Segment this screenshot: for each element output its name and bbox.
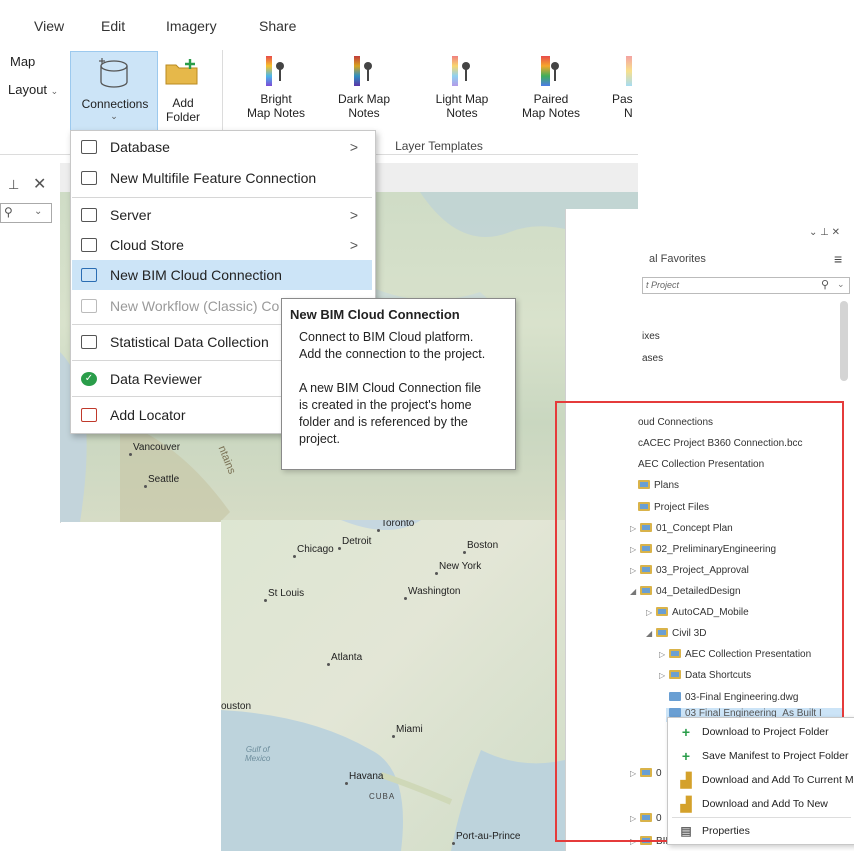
download-add-current-item[interactable]: ▟ Download and Add To Current M (668, 768, 854, 792)
search-icon: ⚲ (821, 279, 830, 291)
catalog-search-input[interactable]: t Project ⚲ ⌄ (642, 277, 850, 294)
plus-icon: + (681, 748, 691, 764)
catalog-scrollbar[interactable] (840, 301, 848, 381)
city-detroit: Detroit (337, 536, 372, 550)
chevron-right-icon: > (349, 207, 358, 223)
chevron-down-icon: ⌄ (837, 279, 845, 289)
bim-cloud-connection-tooltip: New BIM Cloud Connection Connect to BIM … (281, 298, 516, 470)
chevron-right-icon: > (349, 139, 358, 155)
tooltip-line: Connect to BIM Cloud platform. (299, 330, 474, 344)
add-folder-icon (165, 59, 198, 85)
tree-item[interactable]: ases (642, 353, 663, 364)
map-notes-icon (264, 54, 288, 88)
locator-icon (81, 408, 97, 422)
ribbon-tab-bar: View Edit Imagery Share (0, 0, 638, 44)
city-seattle: Seattle (143, 474, 180, 488)
download-add-icon: ▟ (680, 796, 692, 812)
city-toronto: Toronto (376, 520, 415, 532)
search-input[interactable]: ⚲ ⌄ (0, 203, 52, 223)
bim-cloud-icon (81, 268, 97, 282)
map-notes-icon (539, 54, 563, 88)
download-to-project-folder-item[interactable]: + Download to Project Folder (668, 720, 854, 744)
city-port-au-prince: Port-au-Prince (451, 831, 521, 845)
pin-icon[interactable]: ⊥ (8, 177, 19, 193)
map-terrain (221, 520, 565, 851)
search-icon: ⚲ (4, 205, 13, 219)
city-miami: Miami (392, 724, 423, 738)
new-layout-button[interactable]: Layout ⌄ (8, 82, 58, 97)
pane-controls[interactable]: ⌄ ⊥ ✕ (809, 227, 840, 238)
tree-item[interactable]: ixes (642, 331, 660, 342)
tooltip-title: New BIM Cloud Connection (290, 307, 460, 322)
city-new-york: New York (434, 561, 482, 575)
tooltip-line: Add the connection to the project. (299, 347, 486, 361)
city-washington: Washington (403, 586, 461, 600)
database-icon (99, 58, 128, 88)
statistics-icon (81, 335, 97, 349)
add-folder-label: Add Folder (165, 96, 200, 124)
server-icon (81, 208, 97, 222)
menu-item-cloud-store[interactable]: Cloud Store > (72, 230, 372, 260)
menu-separator (72, 197, 372, 198)
download-add-icon: ▟ (680, 772, 692, 788)
chevron-down-icon: ⌄ (110, 111, 118, 121)
menu-item-server[interactable]: Server > (72, 200, 372, 230)
city-atlanta: Atlanta (326, 652, 363, 666)
menu-item-database[interactable]: Database > (72, 132, 372, 162)
contents-pane: ⊥ ✕ ⚲ ⌄ (0, 163, 61, 523)
city-houston: ouston (221, 701, 252, 712)
water-label: Gulf of Mexico (245, 745, 271, 763)
city-havana: Havana (344, 771, 384, 785)
download-add-new-item[interactable]: ▟ Download and Add To New (668, 792, 854, 816)
map-notes-icon (450, 54, 474, 88)
database-icon (81, 140, 97, 154)
country-cuba: CUBA (369, 792, 396, 801)
tooltip-line: project. (299, 432, 340, 446)
context-menu: + Download to Project Folder + Save Mani… (667, 717, 854, 845)
city-vancouver: Vancouver (128, 442, 181, 456)
properties-icon: ▤ (680, 824, 692, 838)
pastel-map-notes-button[interactable]: Pas N (612, 54, 638, 120)
menu-item-new-bim-cloud-connection[interactable]: New BIM Cloud Connection (72, 260, 372, 290)
tooltip-line: folder and is referenced by the (299, 415, 468, 429)
chevron-down-icon: ⌄ (50, 86, 59, 96)
tab-share[interactable]: Share (259, 18, 296, 34)
cloud-store-icon (81, 238, 97, 252)
save-manifest-item[interactable]: + Save Manifest to Project Folder (668, 744, 854, 768)
city-chicago: Chicago (293, 544, 334, 558)
tooltip-line: is created in the project's home (299, 398, 472, 412)
properties-item[interactable]: ▤ Properties (668, 819, 854, 843)
connections-button[interactable]: Connections ⌄ (70, 51, 158, 131)
dark-map-notes-button[interactable]: Dark Map Notes (326, 54, 402, 120)
new-map-button[interactable]: Map (10, 54, 35, 69)
tooltip-line: A new BIM Cloud Connection file (299, 381, 482, 395)
tab-imagery[interactable]: Imagery (166, 18, 217, 34)
chevron-right-icon: > (349, 237, 358, 253)
map-notes-icon (624, 54, 638, 88)
map-view-east[interactable]: Toronto Chicago Detroit Boston New York … (221, 520, 565, 851)
check-icon: ✓ (81, 372, 97, 386)
menu-icon[interactable]: ≡ (834, 251, 842, 267)
menu-separator (672, 817, 851, 818)
connections-label: Connections (81, 97, 149, 111)
catalog-tabs[interactable]: al Favorites (649, 253, 706, 265)
multifile-icon (81, 171, 97, 185)
light-map-notes-button[interactable]: Light Map Notes (424, 54, 500, 120)
menu-item-new-multifile-feature-connection[interactable]: New Multifile Feature Connection (72, 163, 372, 193)
add-folder-button[interactable]: Add Folder (160, 51, 206, 131)
tab-view[interactable]: View (34, 18, 64, 34)
workflow-icon (81, 299, 97, 313)
chevron-down-icon: ⌄ (34, 206, 43, 217)
close-icon[interactable]: ✕ (33, 174, 46, 194)
map-notes-icon (352, 54, 376, 88)
bright-map-notes-button[interactable]: Bright Map Notes (238, 54, 314, 120)
city-st-louis: St Louis (263, 588, 305, 602)
layout-label: Layout (8, 82, 48, 97)
paired-map-notes-button[interactable]: Paired Map Notes (513, 54, 589, 120)
city-boston: Boston (462, 540, 499, 554)
tab-edit[interactable]: Edit (101, 18, 125, 34)
plus-icon: + (681, 724, 691, 740)
